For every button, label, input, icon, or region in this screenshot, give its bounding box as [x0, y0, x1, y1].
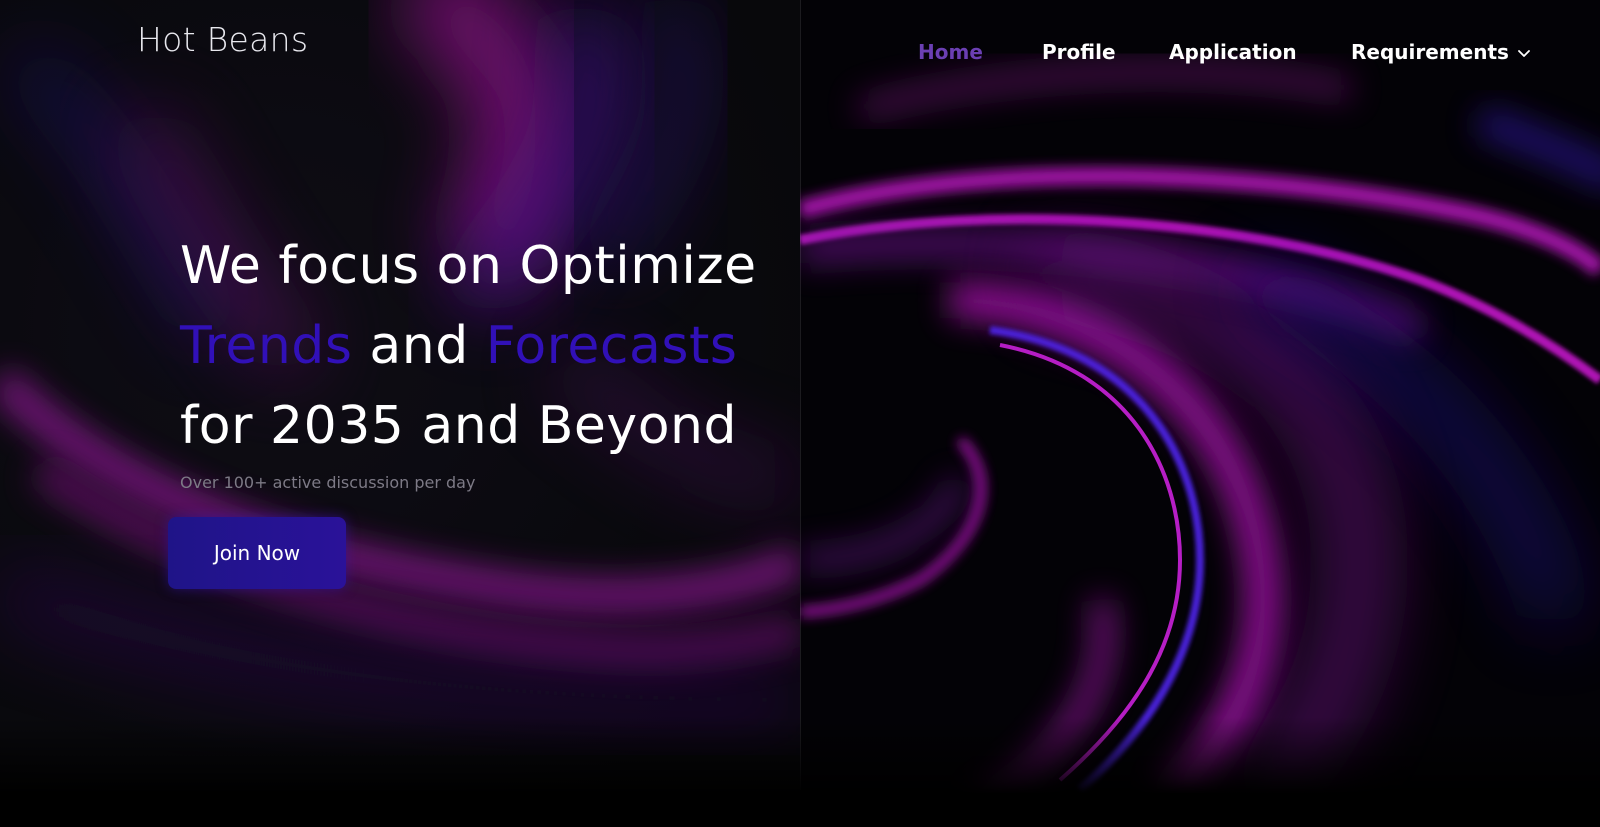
hero-accent-trends: Trends [180, 316, 353, 376]
join-now-button[interactable]: Join Now [168, 517, 346, 589]
nav-item-application[interactable]: Application [1169, 40, 1297, 64]
nav-item-home[interactable]: Home [918, 40, 983, 64]
nav-item-profile[interactable]: Profile [1042, 40, 1116, 64]
chevron-down-icon[interactable] [1515, 44, 1533, 62]
hero-word-and: and [352, 316, 486, 376]
panel-divider [800, 0, 801, 790]
hero-accent-forecasts: Forecasts [485, 316, 738, 376]
bottom-fade [0, 717, 1600, 827]
hero-headline-line-1: We focus on Optimize [180, 236, 757, 296]
main-nav: Home Profile Application Requirements [0, 40, 1600, 70]
hero-subtext: Over 100+ active discussion per day [180, 473, 476, 492]
hero-headline-line-3: for 2035 and Beyond [180, 396, 737, 456]
hero-headline-line-2: Trends and Forecasts [180, 316, 737, 376]
nav-item-requirements[interactable]: Requirements [1351, 40, 1509, 64]
